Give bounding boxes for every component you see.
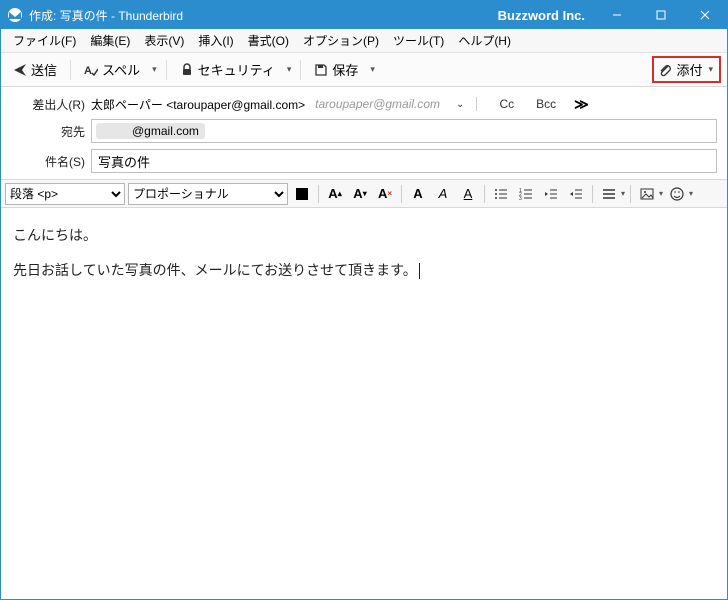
spell-button[interactable]: A スペル (78, 56, 146, 83)
separator (300, 60, 301, 80)
minimize-button[interactable] (595, 1, 639, 29)
security-button[interactable]: セキュリティ (174, 56, 281, 83)
recipient-text: @gmail.com (132, 124, 199, 138)
close-button[interactable] (683, 1, 727, 29)
emoji-button[interactable] (666, 183, 688, 205)
format-toolbar: 段落 <p> プロポーショナル A▴ A▾ A× A A A 123 ▾ ▾ ▾ (1, 180, 727, 208)
outdent-button[interactable] (540, 183, 562, 205)
to-row: 宛先 xxxxx@gmail.com (11, 119, 717, 143)
attach-dropdown[interactable]: ▾ (706, 64, 715, 75)
font-size-decrease-button[interactable]: A▾ (349, 183, 371, 205)
from-label: 差出人(R) (11, 96, 85, 113)
menu-format[interactable]: 書式(O) (242, 30, 295, 51)
separator (592, 185, 593, 203)
security-dropdown[interactable]: ▾ (285, 64, 294, 75)
menu-help[interactable]: ヘルプ(H) (452, 30, 517, 51)
emoji-dropdown[interactable]: ▾ (689, 189, 693, 198)
menu-view[interactable]: 表示(V) (138, 30, 190, 51)
separator (476, 97, 477, 111)
paragraph-select[interactable]: 段落 <p> (5, 183, 125, 205)
body-line: こんにちは。 (13, 222, 715, 249)
italic-button[interactable]: A (432, 183, 454, 205)
recipient-pill[interactable]: xxxxx@gmail.com (96, 123, 205, 139)
titlebar: 作成: 写真の件 - Thunderbird Buzzword Inc. (1, 1, 727, 29)
menu-insert[interactable]: 挿入(I) (192, 30, 239, 51)
body-line: 先日お話していた写真の件、メールにてお送りさせて頂きます。 (13, 257, 715, 284)
underline-button[interactable]: A (457, 183, 479, 205)
svg-text:A: A (84, 65, 92, 77)
font-select[interactable]: プロポーショナル (128, 183, 288, 205)
from-dropdown[interactable]: ⌄ (456, 99, 464, 110)
window-title: 作成: 写真の件 - Thunderbird (29, 7, 183, 24)
window-controls (595, 1, 727, 29)
subject-label: 件名(S) (11, 153, 85, 170)
send-button[interactable]: 送信 (7, 56, 63, 83)
indent-button[interactable] (565, 183, 587, 205)
spell-dropdown[interactable]: ▾ (150, 64, 159, 75)
bcc-button[interactable]: Bcc (530, 95, 562, 113)
menubar: ファイル(F) 編集(E) 表示(V) 挿入(I) 書式(O) オプション(P)… (1, 29, 727, 53)
align-button[interactable] (598, 183, 620, 205)
separator (318, 185, 319, 203)
bold-button[interactable]: A (407, 183, 429, 205)
insert-dropdown[interactable]: ▾ (659, 189, 663, 198)
bullet-list-button[interactable] (490, 183, 512, 205)
more-headers-button[interactable]: ≫ (574, 96, 589, 113)
from-row: 差出人(R) 太郎ペーパー <taroupaper@gmail.com> tar… (11, 95, 717, 113)
separator (166, 60, 167, 80)
menu-options[interactable]: オプション(P) (297, 30, 385, 51)
font-size-increase-button[interactable]: A▴ (324, 183, 346, 205)
brand-label: Buzzword Inc. (498, 8, 595, 23)
from-grayed: taroupaper@gmail.com (315, 97, 440, 111)
number-list-button[interactable]: 123 (515, 183, 537, 205)
insert-image-button[interactable] (636, 183, 658, 205)
remove-format-button[interactable]: A× (374, 183, 396, 205)
save-button[interactable]: 保存 (308, 56, 364, 83)
separator (401, 185, 402, 203)
separator (630, 185, 631, 203)
save-dropdown[interactable]: ▾ (368, 64, 377, 75)
headers-panel: 差出人(R) 太郎ペーパー <taroupaper@gmail.com> tar… (1, 87, 727, 180)
subject-input[interactable] (91, 149, 717, 173)
text-color-button[interactable] (291, 183, 313, 205)
app-icon (7, 7, 23, 23)
attach-button[interactable]: 添付 ▾ (652, 56, 721, 83)
text-cursor (419, 263, 420, 279)
attach-label: 添付 (676, 60, 702, 79)
security-label: セキュリティ (198, 60, 275, 79)
to-label[interactable]: 宛先 (11, 123, 85, 140)
svg-text:3: 3 (519, 196, 522, 201)
separator (484, 185, 485, 203)
menu-tools[interactable]: ツール(T) (387, 30, 450, 51)
align-dropdown[interactable]: ▾ (621, 189, 625, 198)
separator (70, 60, 71, 80)
menu-edit[interactable]: 編集(E) (84, 30, 136, 51)
to-input[interactable]: xxxxx@gmail.com (91, 119, 717, 143)
save-label: 保存 (332, 60, 358, 79)
maximize-button[interactable] (639, 1, 683, 29)
message-body[interactable]: こんにちは。 先日お話していた写真の件、メールにてお送りさせて頂きます。 (1, 208, 727, 588)
subject-row: 件名(S) (11, 149, 717, 173)
toolbar: 送信 A スペル ▾ セキュリティ ▾ 保存 ▾ 添付 ▾ (1, 53, 727, 87)
cc-button[interactable]: Cc (493, 95, 520, 113)
send-label: 送信 (31, 60, 57, 79)
from-value[interactable]: 太郎ペーパー <taroupaper@gmail.com> (91, 96, 305, 113)
menu-file[interactable]: ファイル(F) (7, 30, 82, 51)
spell-label: スペル (102, 60, 140, 79)
